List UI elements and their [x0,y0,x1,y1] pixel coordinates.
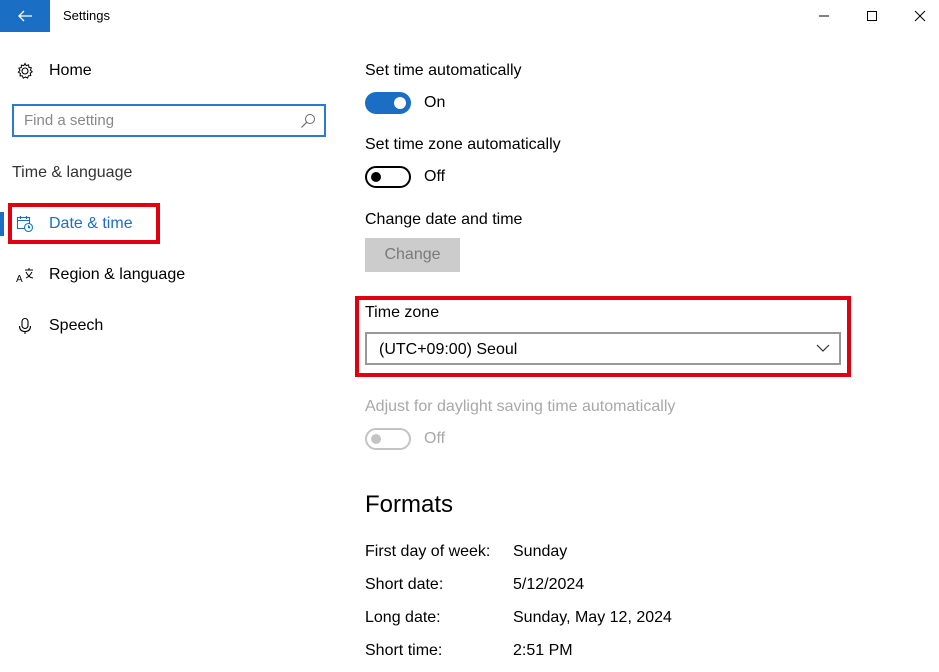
change-button[interactable]: Change [365,238,460,272]
search-box[interactable] [12,104,326,137]
sidebar-item-home[interactable]: Home [0,51,340,91]
close-icon [914,10,926,22]
highlight-box-date-time [8,203,160,244]
gear-icon [16,62,34,80]
sidebar-item-label: Home [49,62,92,79]
sidebar-item-label: Region & language [49,266,186,283]
formats-heading: Formats [365,491,454,518]
minimize-icon [819,15,829,17]
section-label: Time & language [12,164,133,181]
set-time-auto-label: Set time automatically [365,62,522,79]
microphone-icon [16,317,34,335]
sidebar-item-speech[interactable]: Speech [0,306,340,346]
close-button[interactable] [897,0,939,32]
svg-text:A: A [16,274,23,284]
set-timezone-auto-label: Set time zone automatically [365,136,561,153]
toggle-knob [394,97,406,109]
toggle-knob [371,172,381,182]
daylight-saving-toggle[interactable] [365,428,411,450]
set-time-auto-toggle[interactable] [365,92,411,114]
window-title: Settings [63,8,110,23]
format-value: 5/12/2024 [513,576,585,593]
daylight-saving-label: Adjust for daylight saving time automati… [365,398,676,415]
set-timezone-auto-state: Off [424,168,446,185]
maximize-button[interactable] [849,0,895,32]
back-arrow-icon [18,10,32,22]
scrolled-heading-fragment [468,27,518,33]
format-key: Short time: [365,642,443,659]
format-value: 2:51 PM [513,642,573,659]
toggle-knob [371,434,381,444]
highlight-box-time-zone [355,296,851,377]
maximize-icon [867,11,877,21]
format-key: Short date: [365,576,444,593]
set-timezone-auto-toggle[interactable] [365,166,411,188]
daylight-saving-state: Off [424,430,446,447]
search-icon[interactable] [300,113,316,129]
back-button[interactable] [0,0,50,32]
format-key: First day of week: [365,543,491,560]
sidebar-item-label: Speech [49,317,104,334]
sidebar-item-region-language[interactable]: A Region & language [0,255,340,295]
change-date-time-label: Change date and time [365,211,523,228]
search-input[interactable] [24,112,294,129]
region-language-icon: A [16,266,34,284]
set-time-auto-state: On [424,94,446,111]
format-key: Long date: [365,609,441,626]
format-value: Sunday, May 12, 2024 [513,609,672,626]
format-value: Sunday [513,543,568,560]
minimize-button[interactable] [801,0,847,32]
